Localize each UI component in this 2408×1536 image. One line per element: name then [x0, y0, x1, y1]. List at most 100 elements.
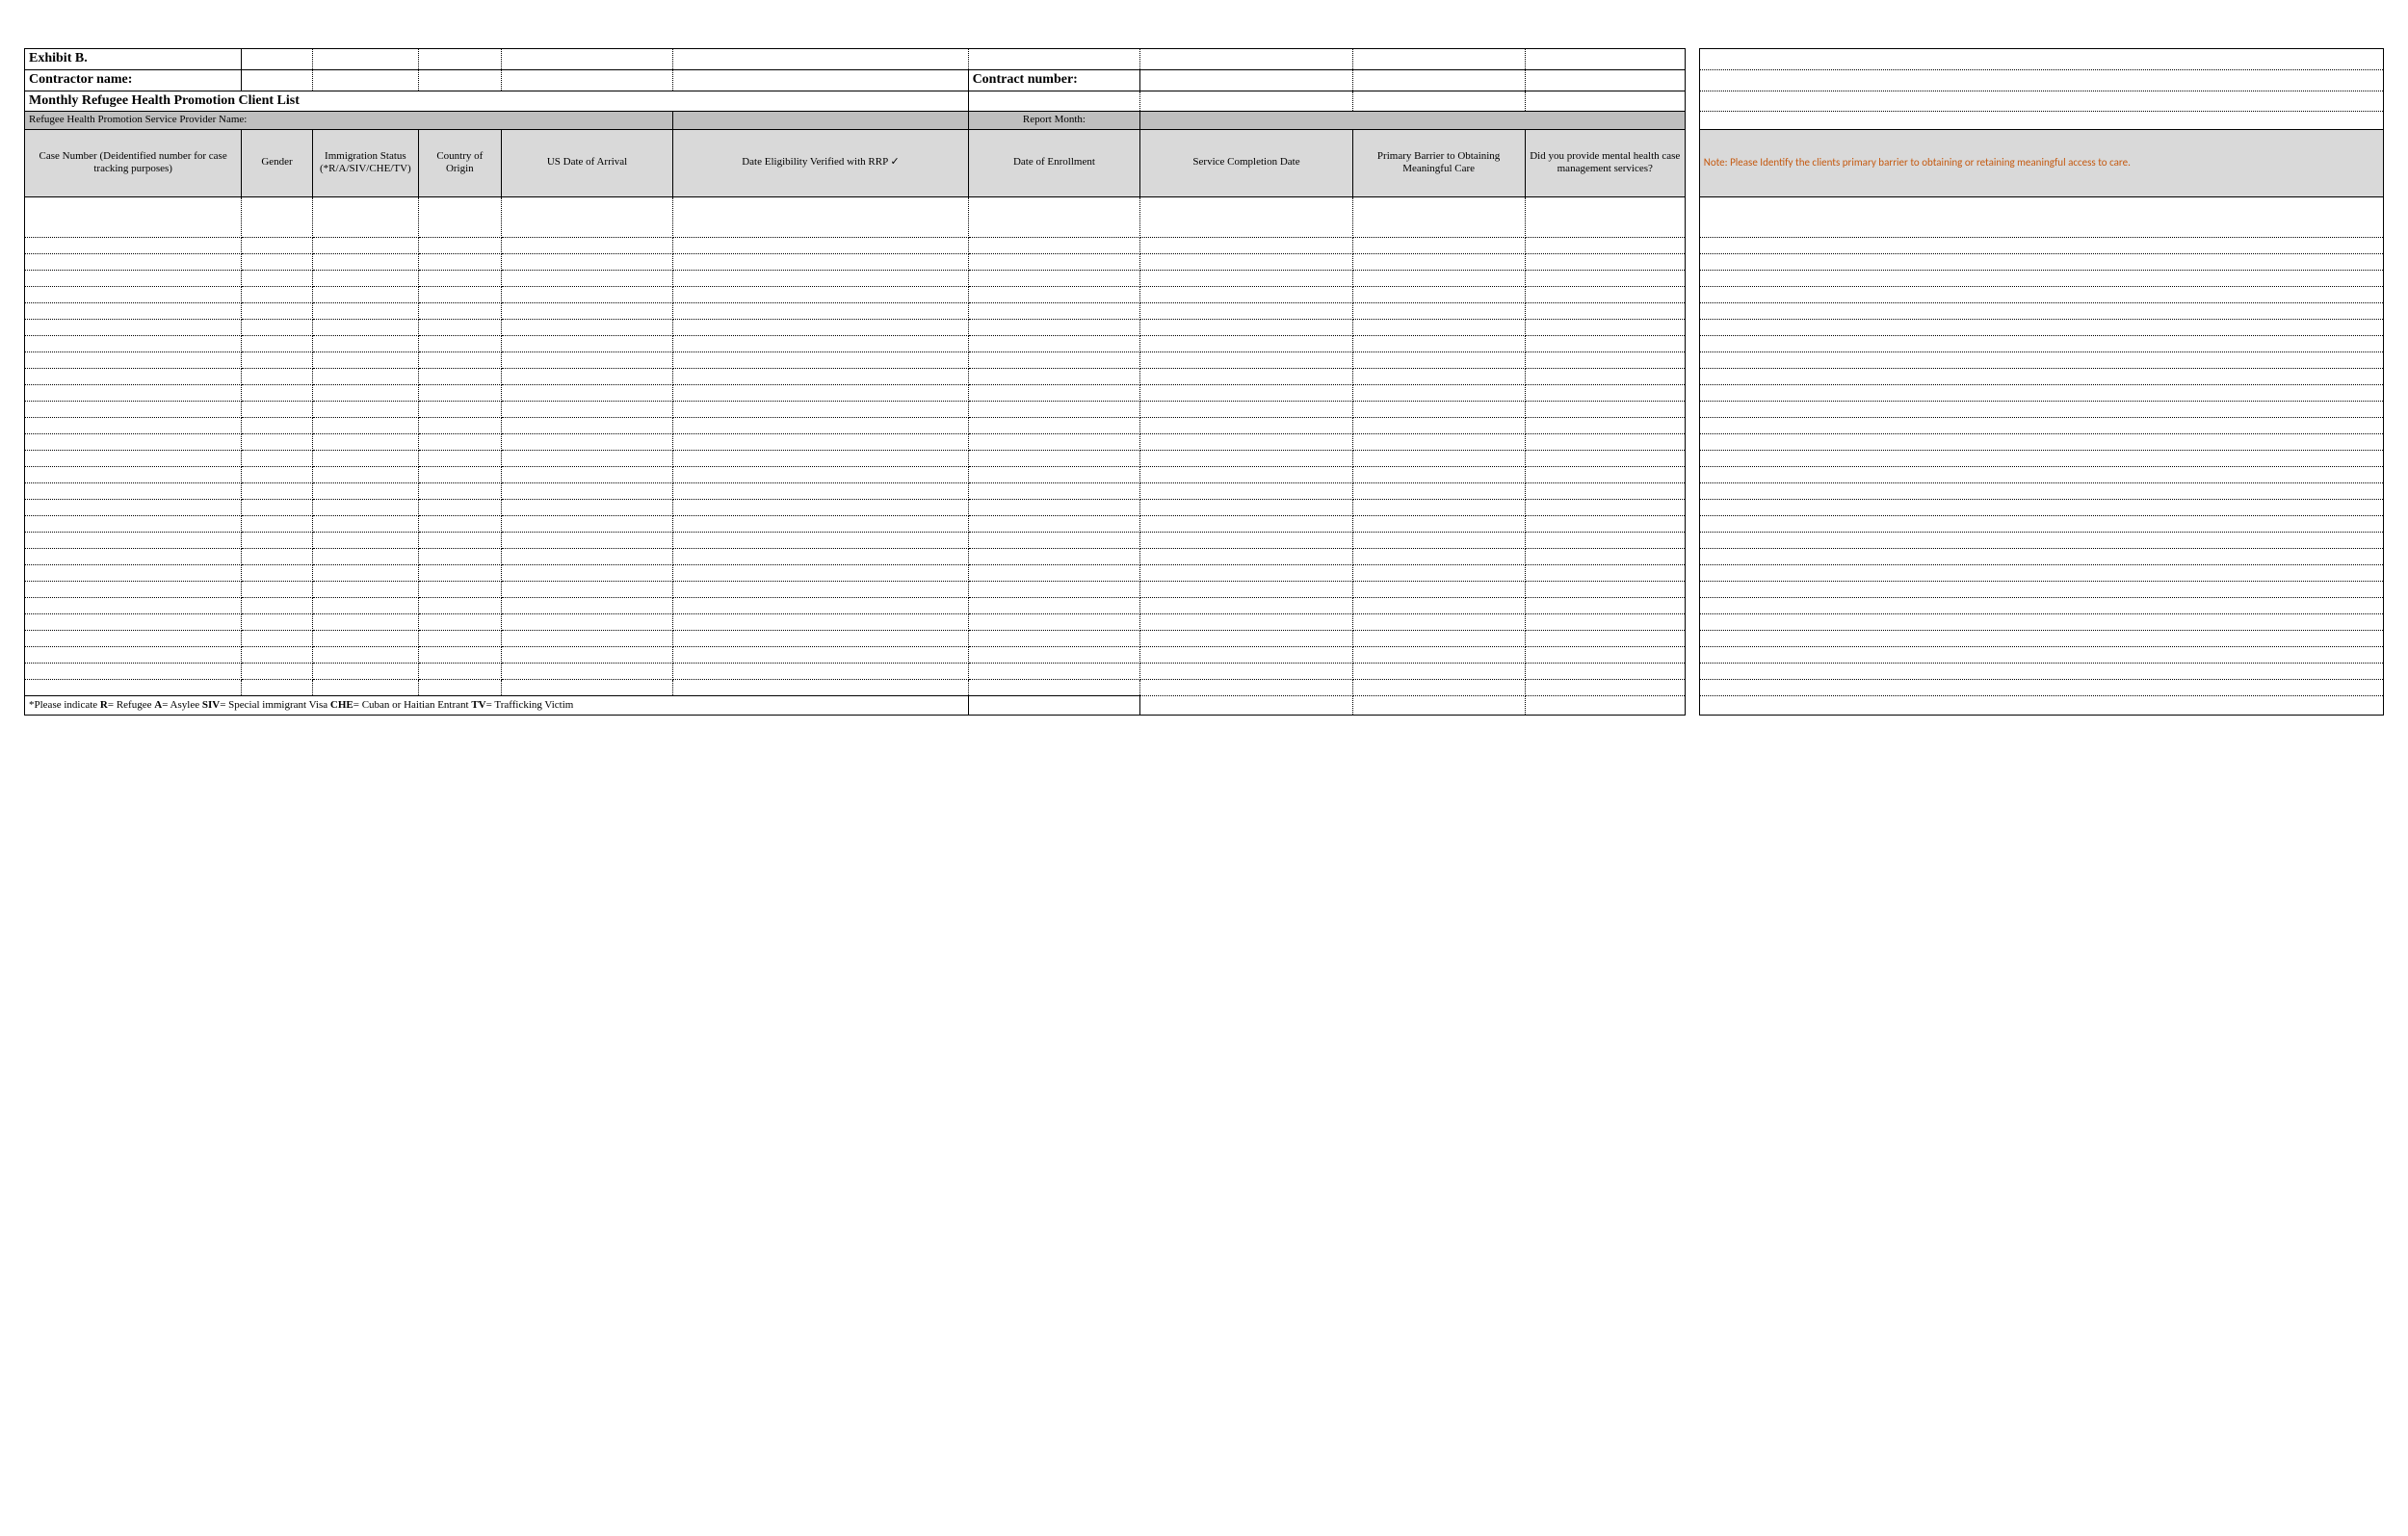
table-cell[interactable]: [968, 384, 1140, 401]
table-cell[interactable]: [501, 515, 673, 532]
table-cell[interactable]: [1525, 302, 1686, 319]
table-cell[interactable]: [1140, 319, 1352, 335]
notes-cell[interactable]: [1699, 482, 2383, 499]
table-cell[interactable]: [418, 679, 501, 695]
table-cell[interactable]: [418, 351, 501, 368]
table-cell[interactable]: [25, 253, 242, 270]
table-cell[interactable]: [25, 351, 242, 368]
notes-cell[interactable]: [1699, 646, 2383, 663]
table-cell[interactable]: [501, 237, 673, 253]
table-cell[interactable]: [25, 613, 242, 630]
table-cell[interactable]: [968, 335, 1140, 351]
notes-cell[interactable]: [1699, 286, 2383, 302]
table-cell[interactable]: [242, 368, 312, 384]
table-cell[interactable]: [25, 466, 242, 482]
table-cell[interactable]: [1352, 417, 1525, 433]
table-cell[interactable]: [25, 302, 242, 319]
table-cell[interactable]: [25, 499, 242, 515]
table-cell[interactable]: [418, 663, 501, 679]
table-cell[interactable]: [418, 286, 501, 302]
table-cell[interactable]: [501, 548, 673, 564]
table-cell[interactable]: [1140, 564, 1352, 581]
table-cell[interactable]: [25, 384, 242, 401]
table-cell[interactable]: [968, 270, 1140, 286]
table-cell[interactable]: [418, 401, 501, 417]
table-cell[interactable]: [312, 564, 418, 581]
table-cell[interactable]: [1525, 499, 1686, 515]
table-cell[interactable]: [1352, 368, 1525, 384]
table-cell[interactable]: [242, 663, 312, 679]
table-cell[interactable]: [1525, 286, 1686, 302]
table-cell[interactable]: [312, 597, 418, 613]
table-cell[interactable]: [25, 532, 242, 548]
table-cell[interactable]: [312, 433, 418, 450]
notes-cell[interactable]: [1699, 237, 2383, 253]
table-cell[interactable]: [25, 581, 242, 597]
table-cell[interactable]: [1352, 433, 1525, 450]
table-cell[interactable]: [968, 433, 1140, 450]
table-cell[interactable]: [1525, 613, 1686, 630]
table-cell[interactable]: [25, 482, 242, 499]
table-cell[interactable]: [673, 384, 968, 401]
table-cell[interactable]: [1140, 384, 1352, 401]
table-cell[interactable]: [968, 450, 1140, 466]
table-cell[interactable]: [1525, 597, 1686, 613]
table-cell[interactable]: [418, 368, 501, 384]
table-cell[interactable]: [968, 646, 1140, 663]
notes-cell[interactable]: [1699, 581, 2383, 597]
table-cell[interactable]: [1525, 679, 1686, 695]
table-cell[interactable]: [242, 286, 312, 302]
table-cell[interactable]: [968, 597, 1140, 613]
table-cell[interactable]: [242, 564, 312, 581]
table-cell[interactable]: [242, 646, 312, 663]
table-cell[interactable]: [1140, 253, 1352, 270]
table-cell[interactable]: [673, 663, 968, 679]
table-cell[interactable]: [242, 401, 312, 417]
table-cell[interactable]: [242, 466, 312, 482]
table-cell[interactable]: [968, 482, 1140, 499]
table-cell[interactable]: [501, 450, 673, 466]
table-cell[interactable]: [25, 433, 242, 450]
table-cell[interactable]: [673, 450, 968, 466]
table-cell[interactable]: [418, 564, 501, 581]
notes-cell[interactable]: [1699, 466, 2383, 482]
table-cell[interactable]: [1140, 499, 1352, 515]
table-cell[interactable]: [418, 466, 501, 482]
table-cell[interactable]: [25, 646, 242, 663]
table-cell[interactable]: [1525, 564, 1686, 581]
table-cell[interactable]: [25, 450, 242, 466]
notes-cell[interactable]: [1699, 319, 2383, 335]
notes-cell[interactable]: [1699, 499, 2383, 515]
table-cell[interactable]: [312, 548, 418, 564]
table-cell[interactable]: [673, 286, 968, 302]
table-cell[interactable]: [1525, 532, 1686, 548]
table-cell[interactable]: [673, 351, 968, 368]
table-cell[interactable]: [673, 368, 968, 384]
table-cell[interactable]: [1140, 663, 1352, 679]
table-cell[interactable]: [312, 286, 418, 302]
table-cell[interactable]: [25, 564, 242, 581]
table-cell[interactable]: [1352, 581, 1525, 597]
table-cell[interactable]: [1525, 384, 1686, 401]
table-cell[interactable]: [312, 581, 418, 597]
table-cell[interactable]: [1352, 499, 1525, 515]
notes-cell[interactable]: [1699, 515, 2383, 532]
table-cell[interactable]: [1352, 196, 1525, 237]
table-cell[interactable]: [418, 450, 501, 466]
table-cell[interactable]: [501, 302, 673, 319]
table-cell[interactable]: [968, 499, 1140, 515]
table-cell[interactable]: [673, 253, 968, 270]
table-cell[interactable]: [501, 196, 673, 237]
table-cell[interactable]: [1525, 450, 1686, 466]
table-cell[interactable]: [1352, 270, 1525, 286]
table-cell[interactable]: [312, 351, 418, 368]
table-cell[interactable]: [418, 237, 501, 253]
table-cell[interactable]: [673, 417, 968, 433]
table-cell[interactable]: [501, 401, 673, 417]
table-cell[interactable]: [1352, 646, 1525, 663]
table-cell[interactable]: [1352, 548, 1525, 564]
table-cell[interactable]: [1525, 417, 1686, 433]
table-cell[interactable]: [312, 401, 418, 417]
table-cell[interactable]: [1140, 368, 1352, 384]
table-cell[interactable]: [1525, 433, 1686, 450]
